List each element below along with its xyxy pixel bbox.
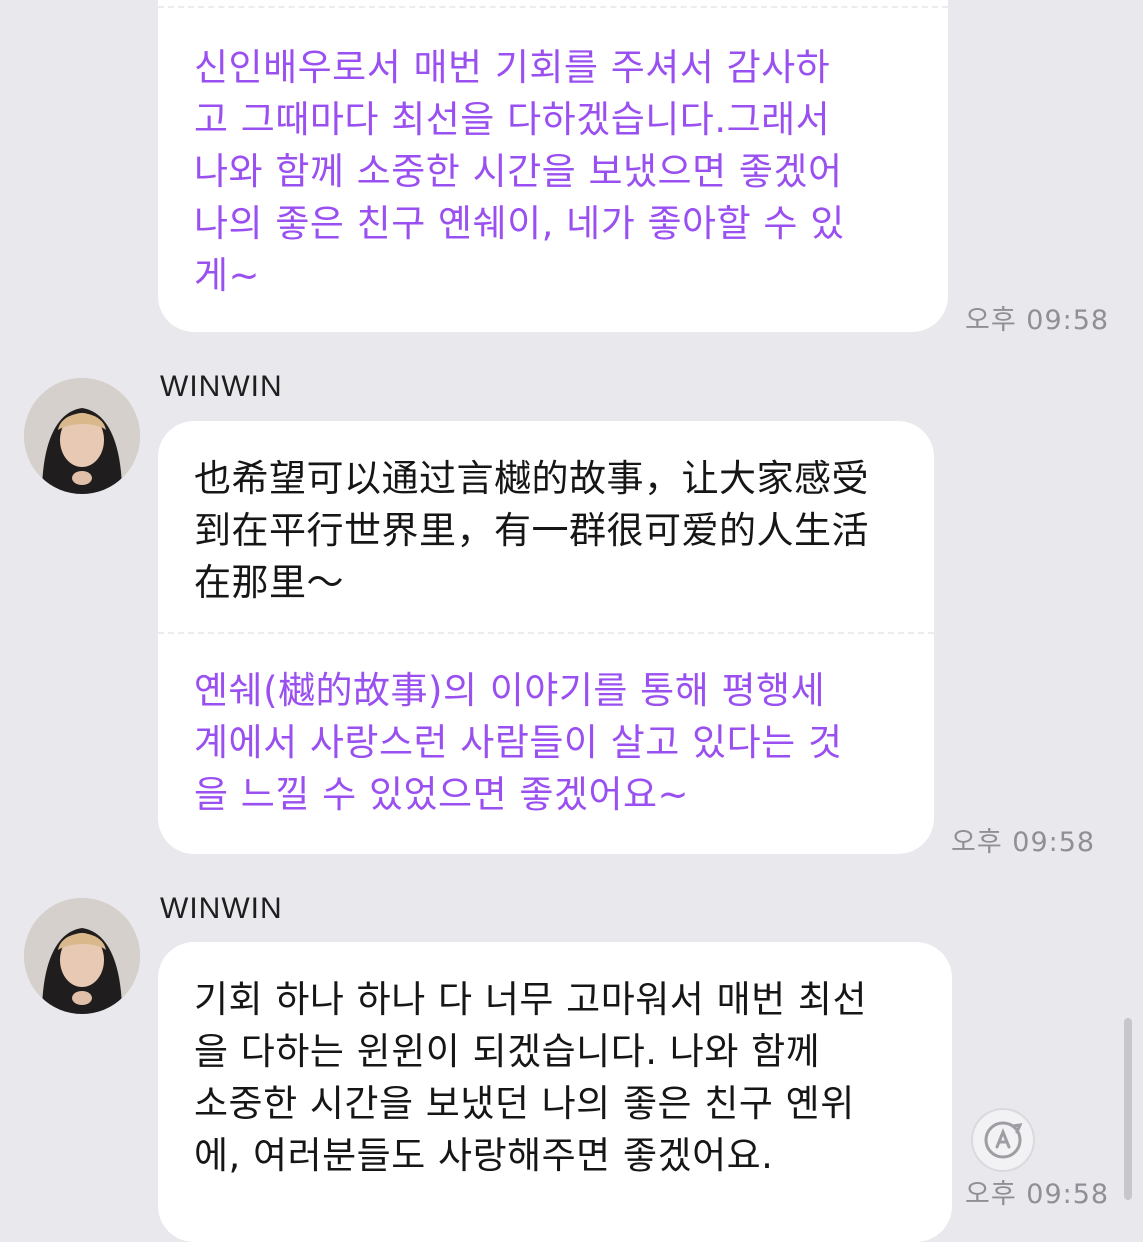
translated-text: 옌쉐(樾的故事)의 이야기를 통해 평행세 계에서 사랑스런 사람들이 살고 있…: [194, 669, 843, 816]
translated-text: 신인배우로서 매번 기회를 주셔서 감사하 고 그때마다 최선을 다하겠습니다.…: [194, 46, 845, 297]
avatar[interactable]: [24, 378, 140, 494]
sender-name: WINWIN: [160, 892, 283, 925]
message-timestamp: 오후 09:58: [965, 1179, 1110, 1210]
scrollbar[interactable]: [1124, 1018, 1132, 1200]
original-text: 기회 하나 하나 다 너무 고마워서 매번 최선 을 다하는 윈윈이 되겠습니다…: [194, 978, 868, 1177]
avatar[interactable]: [24, 898, 140, 1014]
bubble-divider: [158, 632, 934, 634]
original-text: 也希望可以通过言樾的故事，让大家感受 到在平行世界里，有一群很可爱的人生活 在那…: [194, 457, 869, 604]
message-bubble[interactable]: 也希望可以通过言樾的故事，让大家感受 到在平行世界里，有一群很可爱的人生活 在那…: [158, 421, 934, 854]
message-timestamp: 오후 09:58: [965, 305, 1110, 336]
auto-translate-icon: [984, 1121, 1023, 1159]
profile-photo-icon: [24, 378, 140, 494]
bubble-divider: [158, 6, 948, 8]
message-timestamp: 오후 09:58: [951, 827, 1096, 858]
sender-name: WINWIN: [160, 370, 283, 403]
profile-photo-icon: [24, 898, 140, 1014]
auto-translate-button[interactable]: [971, 1108, 1035, 1172]
message-bubble[interactable]: 신인배우로서 매번 기회를 주셔서 감사하 고 그때마다 최선을 다하겠습니다.…: [158, 0, 948, 332]
message-bubble[interactable]: 기회 하나 하나 다 너무 고마워서 매번 최선 을 다하는 윈윈이 되겠습니다…: [158, 942, 952, 1242]
